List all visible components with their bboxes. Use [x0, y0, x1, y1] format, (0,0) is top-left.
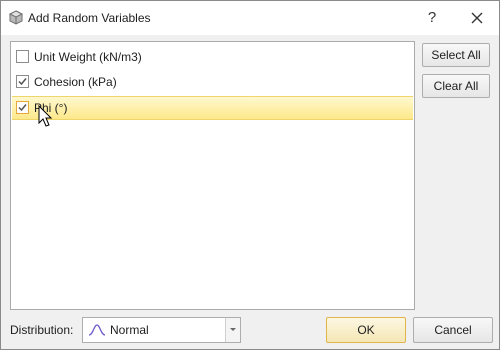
- checkbox-cohesion[interactable]: [16, 75, 29, 88]
- cancel-button[interactable]: Cancel: [413, 317, 493, 343]
- list-item[interactable]: Cohesion (kPa): [12, 70, 413, 94]
- chevron-down-icon: [230, 328, 236, 331]
- app-icon: [8, 10, 24, 25]
- distribution-value: Normal: [110, 323, 149, 337]
- add-random-variables-dialog: Add Random Variables ? Unit Weight (kN/m…: [0, 0, 500, 350]
- random-variables-list[interactable]: Unit Weight (kN/m3) Cohesion (kPa) Phi (…: [10, 41, 415, 310]
- checkbox-phi[interactable]: [16, 101, 29, 114]
- checkmark-icon: [18, 104, 27, 112]
- list-item-selected[interactable]: Phi (°): [12, 96, 413, 120]
- dropdown-arrow[interactable]: [225, 318, 240, 342]
- checkbox-unit-weight[interactable]: [16, 50, 29, 63]
- list-item-label: Phi (°): [34, 101, 68, 115]
- window-title: Add Random Variables: [28, 11, 151, 25]
- help-button[interactable]: ?: [419, 5, 445, 31]
- ok-button[interactable]: OK: [326, 317, 406, 343]
- distribution-label: Distribution:: [10, 323, 74, 337]
- bell-curve-icon: [89, 324, 105, 336]
- list-item-label: Cohesion (kPa): [34, 75, 117, 89]
- close-icon[interactable]: [464, 5, 490, 31]
- list-item-label: Unit Weight (kN/m3): [34, 50, 142, 64]
- checkmark-icon: [18, 78, 27, 86]
- title-bar: Add Random Variables ?: [1, 1, 499, 35]
- list-item[interactable]: Unit Weight (kN/m3): [12, 45, 413, 69]
- select-all-button[interactable]: Select All: [422, 43, 490, 67]
- distribution-select[interactable]: Normal: [82, 317, 241, 343]
- clear-all-button[interactable]: Clear All: [422, 74, 490, 98]
